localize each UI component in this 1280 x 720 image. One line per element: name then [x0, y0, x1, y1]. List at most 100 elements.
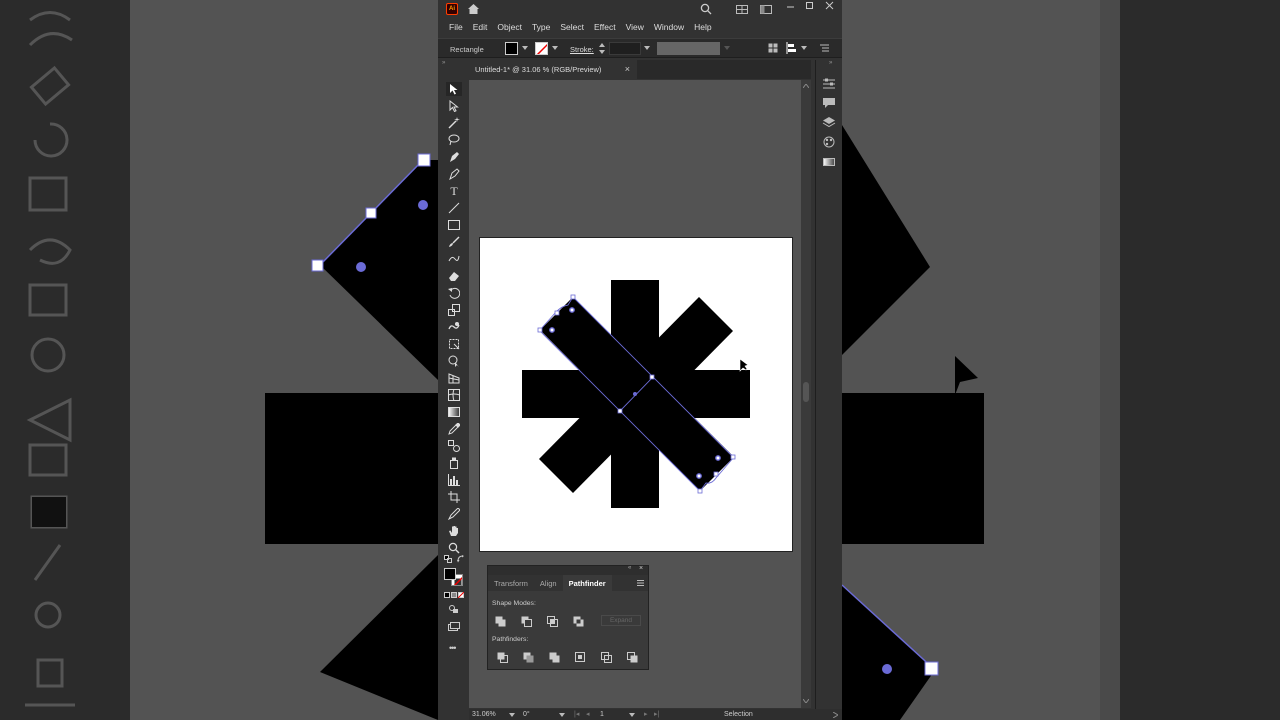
eyedropper-tool-icon[interactable] — [446, 422, 462, 436]
exclude-icon[interactable] — [573, 616, 584, 627]
warp-tool-icon[interactable] — [446, 320, 462, 334]
panel-collapse-icon[interactable]: « — [628, 565, 631, 571]
minus-front-icon[interactable] — [521, 616, 532, 627]
first-artboard-icon[interactable]: |◂ — [574, 710, 579, 718]
menu-object[interactable]: Object — [492, 22, 527, 32]
scale-tool-icon[interactable] — [446, 303, 462, 317]
document-tab[interactable]: Untitled-1* @ 31.06 % (RGB/Preview) × — [469, 60, 637, 79]
free-transform-tool-icon[interactable] — [446, 337, 462, 351]
menu-help[interactable]: Help — [689, 22, 716, 32]
close-icon[interactable] — [825, 1, 834, 10]
lasso-tool-icon[interactable] — [446, 133, 462, 147]
line-segment-tool-icon[interactable] — [446, 201, 462, 215]
panel-menu-icon[interactable] — [637, 580, 644, 586]
menu-edit[interactable]: Edit — [468, 22, 493, 32]
align-chevron-icon[interactable] — [801, 46, 807, 51]
canvas-area[interactable]: « × Transform Align Pathfinder Shape Mod… — [469, 80, 801, 708]
pen-tool-icon[interactable] — [446, 150, 462, 164]
screen-mode-icon[interactable] — [448, 622, 460, 631]
hand-tool-icon[interactable] — [446, 524, 462, 538]
fill-dropdown-chevron-icon[interactable] — [522, 46, 528, 51]
vertical-scrollbar[interactable] — [801, 80, 811, 708]
scroll-up-icon[interactable] — [803, 84, 809, 88]
artwork[interactable] — [480, 238, 794, 553]
stroke-weight-field[interactable] — [609, 42, 641, 55]
scroll-thumb[interactable] — [803, 382, 809, 402]
align-objects-icon[interactable] — [785, 42, 797, 54]
panel-close-icon[interactable]: × — [639, 565, 643, 572]
type-tool-icon[interactable]: T — [446, 184, 462, 198]
menu-type[interactable]: Type — [527, 22, 555, 32]
expand-button[interactable]: Expand — [601, 615, 641, 626]
stroke-weight-chevron-icon[interactable] — [644, 46, 650, 51]
paintbrush-tool-icon[interactable] — [446, 235, 462, 249]
artboard-number[interactable]: 1 — [600, 711, 604, 718]
zoom-level[interactable]: 31.06% — [472, 711, 496, 718]
next-artboard-icon[interactable]: ▸ — [644, 710, 648, 718]
previous-artboard-icon[interactable]: ◂ — [586, 710, 590, 718]
panel-header[interactable]: « × — [488, 565, 648, 575]
perspective-grid-tool-icon[interactable] — [446, 371, 462, 385]
selection-tool-icon[interactable] — [446, 82, 462, 96]
artboard-chevron-icon[interactable] — [629, 713, 635, 717]
arrange-documents-icon[interactable] — [736, 5, 748, 14]
magic-wand-tool-icon[interactable] — [446, 116, 462, 130]
minus-back-icon[interactable] — [627, 652, 638, 663]
comments-icon[interactable] — [822, 97, 836, 109]
layers-icon[interactable] — [822, 117, 836, 129]
default-fill-stroke-icon[interactable] — [444, 555, 453, 563]
search-icon[interactable] — [700, 3, 712, 15]
gradient-tool-icon[interactable] — [446, 405, 462, 419]
menu-effect[interactable]: Effect — [589, 22, 621, 32]
crop-icon[interactable] — [575, 652, 586, 663]
rotation-chevron-icon[interactable] — [559, 713, 565, 717]
curvature-tool-icon[interactable] — [446, 167, 462, 181]
menu-window[interactable]: Window — [649, 22, 689, 32]
blend-tool-icon[interactable] — [446, 439, 462, 453]
column-graph-tool-icon[interactable] — [446, 473, 462, 487]
tab-close-icon[interactable]: × — [625, 64, 630, 74]
color-mode-icons[interactable] — [444, 592, 464, 598]
rotate-tool-icon[interactable] — [446, 286, 462, 300]
stroke-swatch[interactable] — [535, 42, 548, 55]
symbol-sprayer-tool-icon[interactable] — [446, 456, 462, 470]
divide-icon[interactable] — [497, 652, 508, 663]
zoom-chevron-icon[interactable] — [509, 713, 515, 717]
trim-icon[interactable] — [523, 652, 534, 663]
stroke-stepper-icon[interactable] — [599, 43, 605, 54]
gradient-panel-icon[interactable] — [822, 156, 836, 168]
artboard-tool-icon[interactable] — [446, 490, 462, 504]
workspace-icon[interactable] — [760, 5, 772, 14]
tools-collapse-icon[interactable]: » — [442, 60, 466, 66]
control-bar-menu-icon[interactable] — [820, 44, 829, 52]
eraser-tool-icon[interactable] — [446, 269, 462, 283]
drawing-mode-icon[interactable] — [449, 605, 459, 614]
shape-builder-tool-icon[interactable] — [446, 354, 462, 368]
last-artboard-icon[interactable]: ▸| — [654, 710, 659, 718]
menu-view[interactable]: View — [621, 22, 649, 32]
intersect-icon[interactable] — [547, 616, 558, 627]
properties-icon[interactable] — [822, 78, 836, 90]
tab-transform[interactable]: Transform — [488, 575, 534, 591]
scroll-down-icon[interactable] — [803, 699, 809, 703]
fill-swatch[interactable] — [505, 42, 518, 55]
stroke-dropdown-chevron-icon[interactable] — [552, 46, 558, 51]
direct-selection-tool-icon[interactable] — [446, 99, 462, 113]
mesh-tool-icon[interactable] — [446, 388, 462, 402]
swap-fill-stroke-icon[interactable] — [457, 555, 465, 563]
artboard[interactable] — [479, 237, 793, 552]
fill-color-swatch[interactable] — [444, 568, 456, 580]
edit-toolbar-more-icon[interactable]: ••• — [449, 643, 457, 653]
libraries-icon[interactable] — [822, 136, 836, 148]
rectangle-tool-icon[interactable] — [446, 218, 462, 232]
dock-collapse-icon[interactable]: » — [829, 60, 832, 66]
maximize-icon[interactable] — [805, 1, 814, 10]
minimize-icon[interactable] — [786, 2, 795, 11]
rotation-value[interactable]: 0° — [523, 711, 530, 718]
tab-pathfinder[interactable]: Pathfinder — [562, 575, 612, 591]
menu-select[interactable]: Select — [555, 22, 589, 32]
menu-file[interactable]: File — [444, 22, 468, 32]
outline-icon[interactable] — [601, 652, 612, 663]
unite-icon[interactable] — [495, 616, 506, 627]
tab-align[interactable]: Align — [534, 575, 563, 591]
